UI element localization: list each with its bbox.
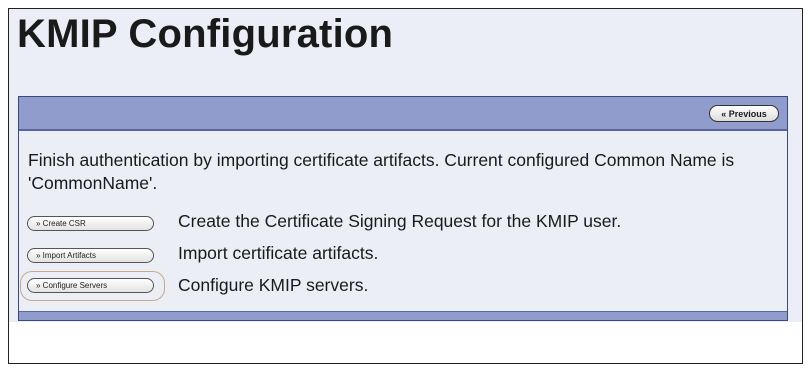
panel-header: « Previous (19, 97, 787, 131)
panel-footer (19, 311, 787, 320)
page-bottom-area (9, 322, 802, 363)
kmip-panel: « Previous Finish authentication by impo… (18, 96, 788, 321)
configure-servers-button[interactable]: » Configure Servers (27, 278, 154, 293)
import-artifacts-button[interactable]: » Import Artifacts (27, 248, 154, 263)
configure-servers-description: Configure KMIP servers. (178, 275, 369, 295)
import-artifacts-description: Import certificate artifacts. (178, 243, 379, 263)
create-csr-description: Create the Certificate Signing Request f… (178, 211, 622, 231)
page-title: KMIP Configuration (17, 12, 394, 56)
previous-button[interactable]: « Previous (709, 105, 779, 122)
create-csr-button[interactable]: » Create CSR (27, 216, 154, 231)
panel-description: Finish authentication by importing certi… (28, 150, 735, 193)
